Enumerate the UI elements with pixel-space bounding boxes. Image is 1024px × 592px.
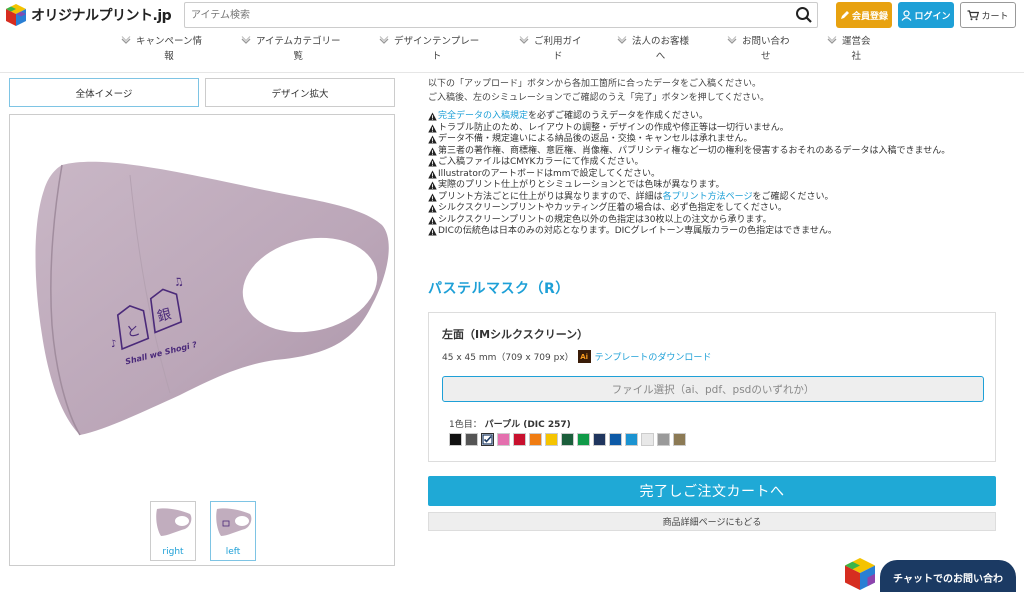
file-select-button[interactable]: ファイル選択（ai、pdf、psdのいずれか） xyxy=(442,376,984,402)
note-item: ご入稿ファイルはCMYKカラーにて作成ください。 xyxy=(428,157,998,169)
print-method-link[interactable]: 各プリント方法ページ xyxy=(663,192,753,202)
color-swatch[interactable] xyxy=(465,433,478,446)
tab-design-zoom[interactable]: デザイン拡大 xyxy=(205,78,395,107)
mask-thumbnail xyxy=(216,508,252,536)
print-size: 45 x 45 mm（709 x 709 px） Ai テンプレートのダウンロー… xyxy=(442,350,711,363)
selected-color-name: パープル (DIC 257) xyxy=(484,420,571,430)
chevron-down-icon xyxy=(519,36,529,44)
warning-icon xyxy=(428,158,437,167)
warning-icon xyxy=(428,112,437,121)
nav-item-templates[interactable]: デザインテンプレート xyxy=(378,34,479,64)
color-swatch[interactable] xyxy=(577,433,590,446)
note-item: 第三者の著作権、商標権、意匠権、肖像権、パブリシティ権など一切の権利を侵害するお… xyxy=(428,146,998,158)
cart-icon xyxy=(967,9,980,20)
back-to-product-button[interactable]: 商品詳細ページにもどる xyxy=(428,512,996,531)
note-item: DICの伝統色は日本のみの対応となります。DICグレイトーン専属版カラーの色指定… xyxy=(428,226,998,238)
mask-thumbnail xyxy=(156,508,192,536)
color-swatch[interactable] xyxy=(609,433,622,446)
check-icon xyxy=(482,434,493,445)
thumb-label: left xyxy=(225,547,241,557)
color-swatch[interactable] xyxy=(673,433,686,446)
chevron-down-icon xyxy=(617,36,627,44)
site-logo[interactable]: オリジナルプリント.jp xyxy=(4,3,172,27)
warning-icon xyxy=(428,204,437,213)
color-swatch[interactable] xyxy=(545,433,558,446)
color-swatch[interactable] xyxy=(513,433,526,446)
product-title: パステルマスク（R） xyxy=(428,281,570,297)
chevron-down-icon xyxy=(241,36,251,44)
nav-item-categories[interactable]: アイテムカテゴリー覧 xyxy=(240,34,341,64)
complete-order-button[interactable]: 完了しご注文カートへ xyxy=(428,476,996,506)
note-item: トラブル防止のため、レイアウトの調整・デザインの作成や修正等は一切行いません。 xyxy=(428,123,998,135)
warning-icon xyxy=(428,123,437,133)
chevron-down-icon xyxy=(727,36,737,44)
upload-panel: 以下の「アップロード」ボタンから各加工箇所に合ったデータをご入稿ください。 ご入… xyxy=(428,78,998,238)
cart-button[interactable]: カート xyxy=(960,2,1016,28)
thumb-label: right xyxy=(162,547,184,557)
login-button[interactable]: ログイン xyxy=(898,2,954,28)
chat-support-button[interactable]: チャットでのお問い合わ xyxy=(880,560,1016,592)
nav-item-campaign[interactable]: キャンペーン情報 xyxy=(120,34,202,64)
search-box[interactable] xyxy=(184,2,818,28)
note-item: Illustratorのアートボードはmmで設定してください。 xyxy=(428,169,998,181)
upload-instructions: 以下の「アップロード」ボタンから各加工箇所に合ったデータをご入稿ください。 ご入… xyxy=(428,79,770,103)
color-swatch[interactable] xyxy=(481,433,494,446)
note-item: データ不備・規定違いによる納品後の返品・交換・キャンセルは承れません。 xyxy=(428,134,998,146)
thumb-left[interactable]: left xyxy=(210,501,256,561)
chevron-down-icon xyxy=(827,36,837,44)
nav-item-corporate[interactable]: 法人のお客様へ xyxy=(616,34,689,64)
pencil-icon xyxy=(840,11,849,19)
warning-icon xyxy=(428,215,437,225)
notes-list: 完全データの入稿規定を必ずご確認のうえデータを作成ください。 トラブル防止のため… xyxy=(428,111,998,238)
warning-icon xyxy=(428,181,437,190)
color-swatch[interactable] xyxy=(561,433,574,446)
color-swatch[interactable] xyxy=(497,433,510,446)
mask-preview: と 銀 ♪ ♫ Shall we Shogi ? right left xyxy=(9,114,395,566)
tab-overall-image[interactable]: 全体イメージ xyxy=(9,78,199,107)
chat-cube-icon[interactable] xyxy=(842,556,878,592)
note-item: プリント方法ごとに仕上がりは異なりますので、詳細は各プリント方法ページをご確認く… xyxy=(428,192,998,204)
thumb-right[interactable]: right xyxy=(150,501,196,561)
color-swatch[interactable] xyxy=(641,433,654,446)
note-item: シルクスクリーンプリントの規定色以外の色指定は30枚以上の注文から承ります。 xyxy=(428,215,998,227)
logo-cube-icon xyxy=(6,4,26,26)
template-download-link[interactable]: テンプレートのダウンロード xyxy=(595,350,712,363)
color-swatch[interactable] xyxy=(529,433,542,446)
chevron-down-icon xyxy=(379,36,389,44)
color-label-row: 1色目： パープル (DIC 257) xyxy=(449,420,571,430)
illustrator-icon: Ai xyxy=(577,350,591,363)
warning-icon xyxy=(428,135,437,144)
logo-text: オリジナルプリント.jp xyxy=(31,8,172,24)
warning-icon xyxy=(428,227,437,236)
warning-icon xyxy=(428,169,437,179)
search-input[interactable] xyxy=(185,3,775,27)
note-item: 実際のプリント仕上がりとシミュレーションとでは色味が異なります。 xyxy=(428,180,998,192)
header: オリジナルプリント.jp 会員登録 ログイン カート xyxy=(0,0,1024,30)
color-swatches xyxy=(449,433,686,446)
member-register-button[interactable]: 会員登録 xyxy=(836,2,892,28)
warning-icon xyxy=(428,146,437,156)
user-icon xyxy=(902,9,912,21)
main-nav: キャンペーン情報 アイテムカテゴリー覧 デザインテンプレート ご利用ガイド 法人… xyxy=(112,34,912,68)
note-item: シルクスクリーンプリントやカッティング圧着の場合は、必ず色指定をしてください。 xyxy=(428,203,998,215)
warning-icon xyxy=(428,192,437,202)
color-swatch[interactable] xyxy=(657,433,670,446)
nav-item-guide[interactable]: ご利用ガイド xyxy=(518,34,582,64)
color-swatch[interactable] xyxy=(625,433,638,446)
search-icon[interactable] xyxy=(795,6,813,24)
upload-rules-link[interactable]: 完全データの入稿規定 xyxy=(438,111,528,121)
color-swatch[interactable] xyxy=(593,433,606,446)
nav-item-contact[interactable]: お問い合わせ xyxy=(726,34,790,64)
color-swatch[interactable] xyxy=(449,433,462,446)
print-face-section: 左面（IMシルクスクリーン） 45 x 45 mm（709 x 709 px） … xyxy=(428,312,996,462)
nav-item-company[interactable]: 運営会社 xyxy=(826,34,871,64)
chevron-down-icon xyxy=(121,36,131,44)
note-item: 完全データの入稿規定を必ずご確認のうえデータを作成ください。 xyxy=(428,111,998,123)
mask-image: と 銀 ♪ ♫ Shall we Shogi ? xyxy=(35,161,389,436)
print-face-title: 左面（IMシルクスクリーン） xyxy=(442,328,589,341)
header-divider xyxy=(0,72,1024,73)
